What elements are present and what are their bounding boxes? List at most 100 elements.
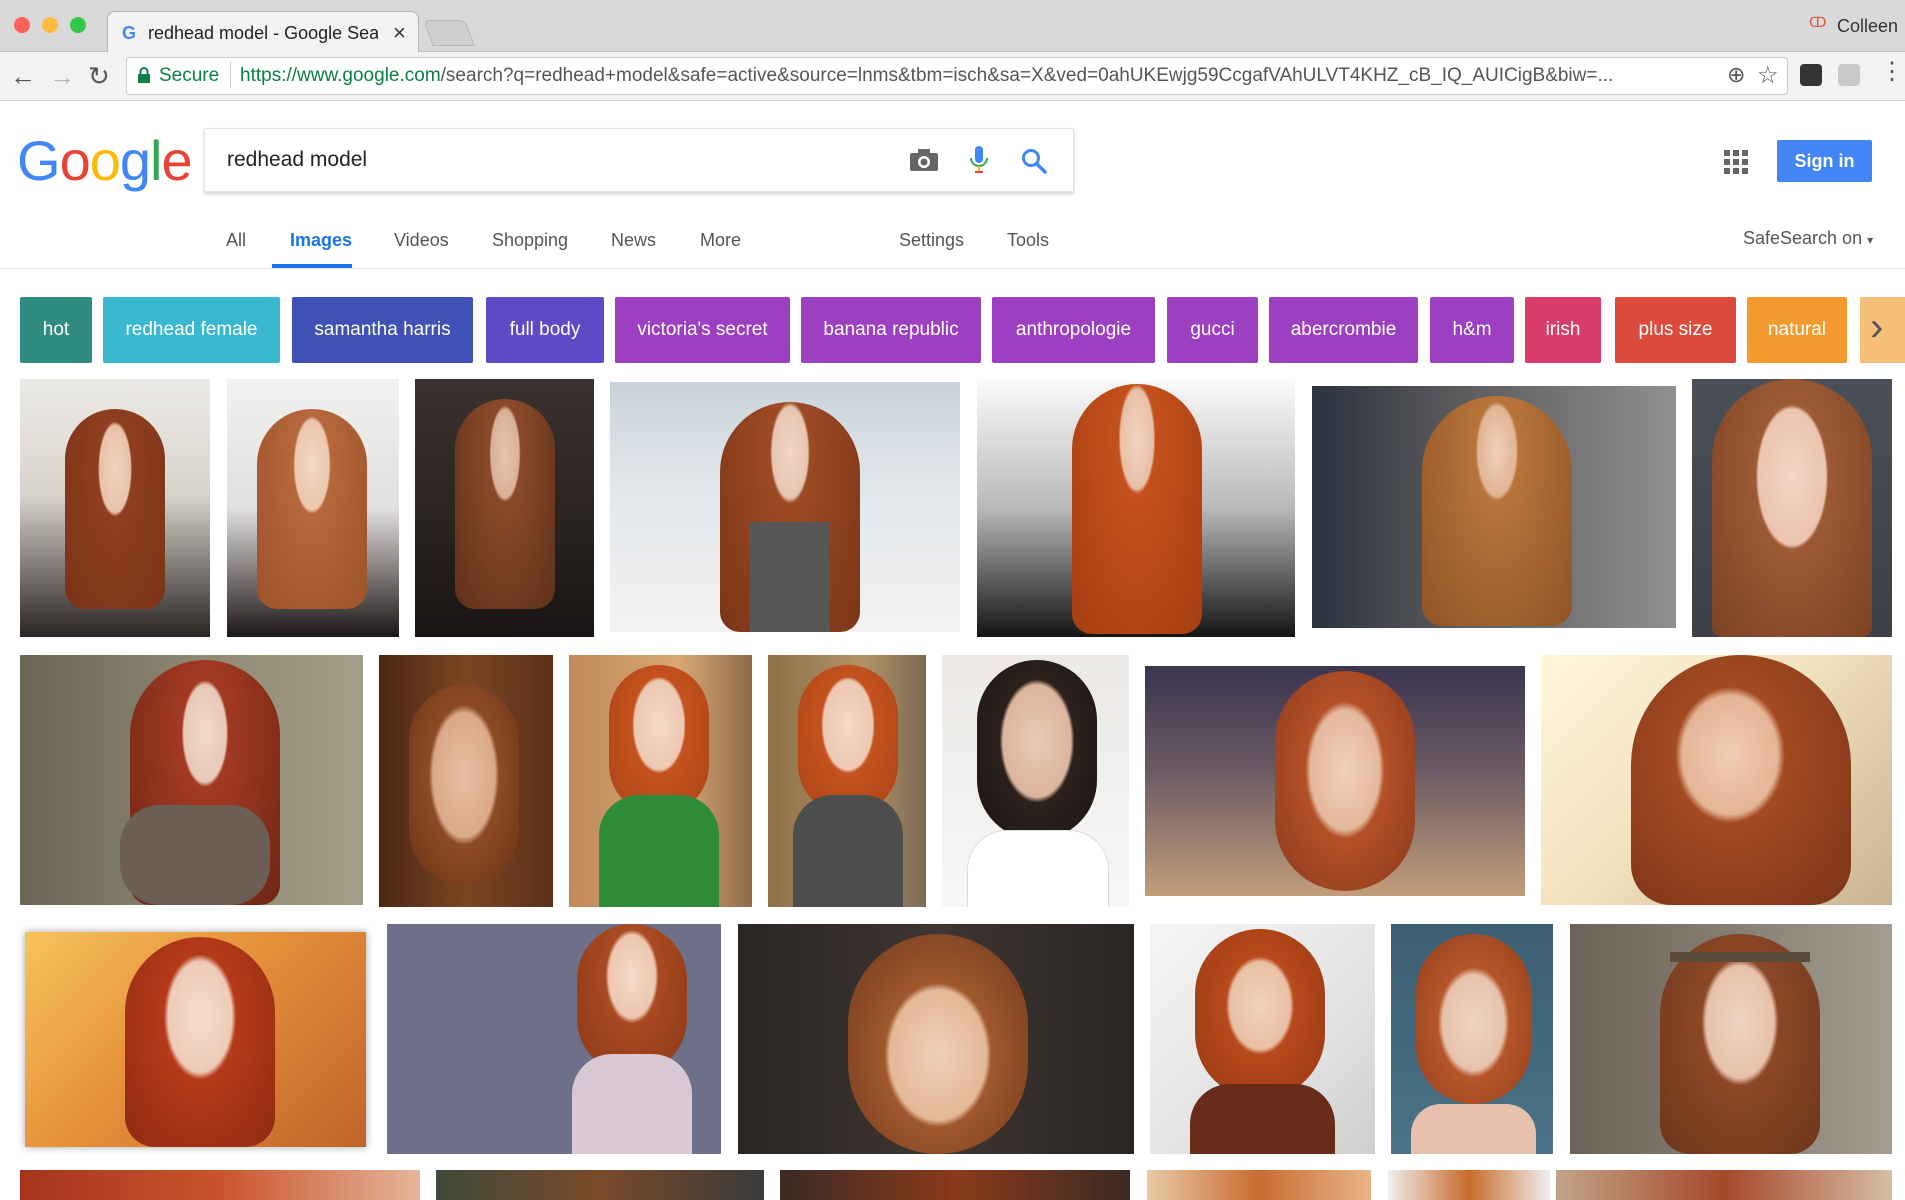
image-result[interactable] bbox=[20, 379, 210, 637]
chip-irish[interactable]: irish bbox=[1525, 297, 1601, 363]
search-input[interactable]: redhead model bbox=[204, 128, 1074, 192]
logo-letter: e bbox=[161, 129, 192, 192]
google-favicon-icon: G bbox=[122, 23, 137, 43]
chip-samantha-harris[interactable]: samantha harris bbox=[292, 297, 473, 363]
omnibox-divider bbox=[230, 62, 231, 88]
tab-images[interactable]: Images bbox=[290, 230, 352, 251]
image-content bbox=[1670, 952, 1810, 962]
image-result[interactable] bbox=[768, 655, 926, 907]
chip-full-body[interactable]: full body bbox=[486, 297, 604, 363]
safesearch-label: SafeSearch on bbox=[1743, 228, 1863, 248]
profile-icon: ↀ bbox=[1809, 14, 1827, 30]
browser-tab-strip: G redhead model - Google Search × ↀ Coll… bbox=[0, 0, 1905, 52]
image-content bbox=[125, 937, 275, 1147]
back-arrow-icon[interactable]: ← bbox=[10, 63, 36, 89]
image-result[interactable] bbox=[942, 655, 1129, 907]
close-window-button[interactable] bbox=[14, 17, 30, 33]
image-result[interactable] bbox=[1692, 379, 1892, 637]
image-content bbox=[1190, 1084, 1335, 1154]
apps-grid-icon[interactable] bbox=[1724, 150, 1748, 174]
chevron-right-icon[interactable]: › bbox=[1870, 305, 1883, 349]
google-logo[interactable]: Google bbox=[17, 128, 193, 193]
tab-close-icon[interactable]: × bbox=[393, 20, 406, 46]
image-result[interactable] bbox=[1570, 924, 1892, 1154]
menu-dots-icon[interactable]: ⋮ bbox=[1880, 60, 1904, 84]
safesearch-toggle[interactable]: SafeSearch on ▾ bbox=[1743, 228, 1873, 249]
image-result[interactable] bbox=[780, 1170, 1130, 1200]
star-icon[interactable]: ☆ bbox=[1757, 61, 1779, 90]
chip-anthropologie[interactable]: anthropologie bbox=[992, 297, 1155, 363]
image-result[interactable] bbox=[977, 379, 1295, 637]
camera-icon[interactable] bbox=[909, 148, 939, 172]
browser-toolbar: ← → ↻ Secure https://www.google.com/sear… bbox=[0, 52, 1905, 101]
profile-name[interactable]: Colleen bbox=[1837, 16, 1898, 37]
image-result[interactable] bbox=[1391, 924, 1553, 1154]
image-result[interactable] bbox=[1150, 924, 1375, 1154]
tab-news[interactable]: News bbox=[611, 230, 656, 251]
tab-videos[interactable]: Videos bbox=[394, 230, 449, 251]
image-result[interactable] bbox=[227, 379, 399, 637]
image-result[interactable] bbox=[25, 932, 366, 1147]
zoom-window-button[interactable] bbox=[70, 17, 86, 33]
logo-letter: G bbox=[17, 129, 61, 192]
chip-banana-republic[interactable]: banana republic bbox=[801, 297, 981, 363]
image-result[interactable] bbox=[387, 924, 721, 1154]
chip-hm[interactable]: h&m bbox=[1430, 297, 1514, 363]
image-result[interactable] bbox=[379, 655, 553, 907]
tab-more[interactable]: More bbox=[700, 230, 741, 251]
chip-victorias-secret[interactable]: victoria's secret bbox=[615, 297, 790, 363]
image-result[interactable] bbox=[20, 1170, 420, 1200]
chip-redhead-female[interactable]: redhead female bbox=[103, 297, 280, 363]
address-bar[interactable]: Secure https://www.google.com/search?q=r… bbox=[126, 57, 1788, 95]
chip-natural[interactable]: natural bbox=[1747, 297, 1847, 363]
image-result[interactable] bbox=[1388, 1170, 1550, 1200]
logo-letter: g bbox=[119, 129, 151, 192]
image-result[interactable] bbox=[1147, 1170, 1371, 1200]
image-result[interactable] bbox=[738, 924, 1134, 1154]
tab-all[interactable]: All bbox=[226, 230, 246, 251]
image-result[interactable] bbox=[1145, 666, 1525, 896]
image-result[interactable] bbox=[569, 655, 752, 907]
image-result[interactable] bbox=[415, 379, 594, 637]
chip-abercrombie[interactable]: abercrombie bbox=[1269, 297, 1418, 363]
extension-icon-2[interactable] bbox=[1838, 64, 1860, 86]
image-content bbox=[65, 409, 165, 609]
tab-shopping[interactable]: Shopping bbox=[492, 230, 568, 251]
reload-icon[interactable]: ↻ bbox=[88, 63, 110, 89]
sign-in-button[interactable]: Sign in bbox=[1777, 140, 1872, 182]
logo-letter: l bbox=[150, 129, 162, 192]
image-result[interactable] bbox=[20, 655, 363, 905]
url-host: https://www.google.com bbox=[240, 65, 441, 86]
image-content bbox=[1660, 934, 1820, 1154]
image-result[interactable] bbox=[610, 382, 960, 632]
browser-tab[interactable]: G redhead model - Google Search × bbox=[107, 11, 419, 52]
image-content bbox=[257, 409, 367, 609]
image-content bbox=[577, 924, 687, 1074]
search-query[interactable]: redhead model bbox=[227, 148, 367, 172]
chip-hot[interactable]: hot bbox=[20, 297, 92, 363]
new-tab-button[interactable] bbox=[423, 20, 475, 46]
image-result[interactable] bbox=[1556, 1170, 1892, 1200]
chip-plus-size[interactable]: plus size bbox=[1615, 297, 1736, 363]
search-icon[interactable] bbox=[1020, 147, 1048, 175]
logo-letter: o bbox=[59, 129, 91, 192]
image-content bbox=[750, 522, 830, 632]
settings-link[interactable]: Settings bbox=[899, 230, 964, 251]
image-content bbox=[609, 665, 709, 815]
forward-arrow-icon[interactable]: → bbox=[49, 63, 75, 89]
tools-link[interactable]: Tools bbox=[1007, 230, 1049, 251]
image-content bbox=[977, 660, 1097, 840]
image-result[interactable] bbox=[1541, 655, 1892, 905]
extension-icon[interactable] bbox=[1800, 64, 1822, 86]
location-target-icon[interactable]: ⊕ bbox=[1727, 62, 1745, 88]
minimize-window-button[interactable] bbox=[42, 17, 58, 33]
image-content bbox=[599, 795, 719, 907]
chip-gucci[interactable]: gucci bbox=[1167, 297, 1258, 363]
image-content bbox=[1631, 655, 1851, 905]
image-result[interactable] bbox=[1312, 386, 1676, 628]
mic-icon[interactable] bbox=[969, 144, 989, 176]
secure-label: Secure bbox=[159, 65, 220, 86]
image-result[interactable] bbox=[436, 1170, 764, 1200]
url-path: /search?q=redhead+model&safe=active&sour… bbox=[440, 65, 1614, 86]
image-content bbox=[572, 1054, 692, 1154]
